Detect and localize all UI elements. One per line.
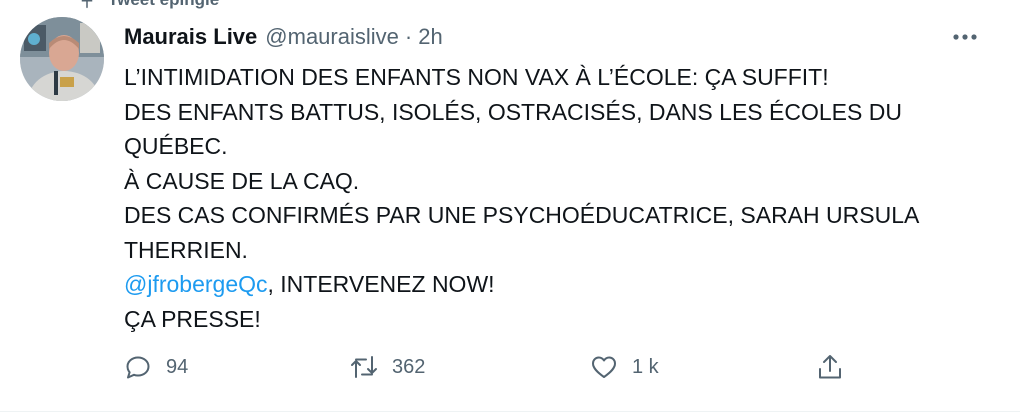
tweet-line: À CAUSE DE LA CAQ. — [124, 167, 360, 194]
tweet-actions: 94 362 1 k — [124, 347, 854, 387]
tweet-line: QUÉBEC. — [124, 133, 228, 159]
avatar-image — [20, 17, 104, 101]
heart-icon — [592, 356, 616, 378]
pinned-indicator: Tweet épinglé — [78, 0, 219, 11]
reply-count: 94 — [166, 355, 189, 378]
like-count: 1 k — [632, 355, 659, 378]
pin-icon — [81, 0, 93, 9]
retweet-icon — [351, 356, 377, 378]
tweet-line-rest: , INTERVENEZ NOW! — [267, 271, 495, 297]
reply-icon — [126, 356, 150, 379]
tweet-text: L’INTIMIDATION DES ENFANTS NON VAX À L’É… — [124, 60, 1004, 336]
share-button[interactable] — [816, 347, 844, 387]
tweet-line: DES ENFANTS BATTUS, ISOLÉS, OSTRACISÉS, … — [124, 98, 902, 125]
like-button[interactable]: 1 k — [590, 347, 659, 387]
tweet-header: Maurais Live @mauraislive · 2h — [124, 22, 980, 52]
tweet-line: L’INTIMIDATION DES ENFANTS NON VAX À L’É… — [124, 64, 829, 90]
tweet-line: ÇA PRESSE! — [124, 305, 261, 332]
more-button[interactable] — [950, 22, 980, 52]
tweet-line: DES CAS CONFIRMÉS PAR UNE PSYCHOÉDUCATRI… — [124, 202, 920, 228]
avatar[interactable] — [20, 17, 104, 101]
mention-link[interactable]: @jfrobergeQc — [124, 271, 268, 297]
pinned-label: Tweet épinglé — [108, 0, 219, 10]
tweet-timestamp[interactable]: 2h — [418, 24, 442, 50]
more-icon — [953, 34, 977, 40]
retweet-count: 362 — [392, 355, 426, 378]
share-icon — [819, 355, 841, 379]
tweet-line: THERRIEN. — [124, 236, 248, 263]
tweet-line: @jfrobergeQc, INTERVENEZ NOW! — [124, 267, 1004, 302]
author-name[interactable]: Maurais Live — [124, 24, 257, 50]
author-handle[interactable]: @mauraislive — [265, 24, 399, 50]
reply-button[interactable]: 94 — [124, 347, 188, 387]
retweet-button[interactable]: 362 — [350, 347, 425, 387]
separator-dot: · — [404, 24, 413, 49]
